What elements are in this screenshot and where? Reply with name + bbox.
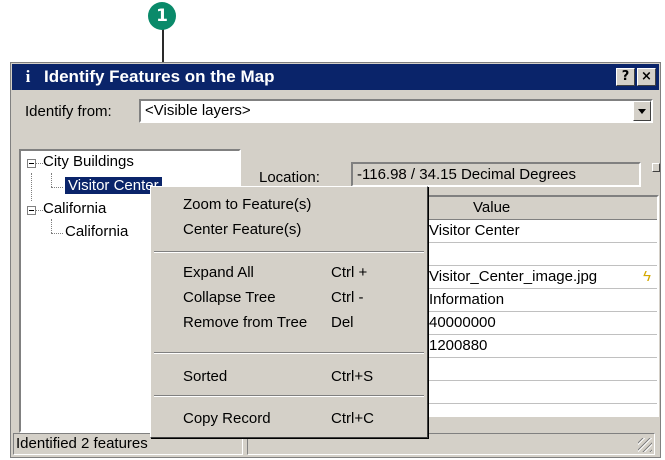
tree-connector [51,233,63,234]
location-field: -116.98 / 34.15 Decimal Degrees [351,162,641,187]
status-text: Identified 2 features [16,435,148,452]
menu-separator [154,395,424,397]
menu-item-sorted[interactable]: Sorted Ctrl+S [151,365,427,389]
menu-item-label: Expand All [183,264,254,281]
tree-connector [51,187,63,188]
menu-item-collapse-tree[interactable]: Collapse Tree Ctrl - [151,286,427,310]
menu-item-remove-from-tree[interactable]: Remove from Tree Del [151,311,427,335]
menu-item-label: Sorted [183,368,228,385]
identify-from-label: Identify from: [25,103,112,120]
menu-item-expand-all[interactable]: Expand All Ctrl + [151,261,427,285]
table-cell: Visitor Center [429,222,520,239]
menu-item-shortcut: Ctrl - [331,289,364,306]
tree-node-city-buildings[interactable]: City Buildings [43,153,134,170]
menu-item-label: Collapse Tree [183,289,276,306]
menu-item-center-features[interactable]: Center Feature(s) [151,218,427,242]
window-title: Identify Features on the Map [44,67,275,86]
location-units-button[interactable] [652,163,660,172]
location-label: Location: [259,169,320,186]
menu-item-shortcut: Ctrl+C [331,410,374,427]
resize-grip-icon[interactable] [638,438,652,452]
location-value: -116.98 / 34.15 Decimal Degrees [357,166,577,183]
close-button[interactable]: × [637,68,656,86]
tree-node-california[interactable]: California [43,200,106,217]
identify-from-dropdown[interactable]: <Visible layers> [139,99,653,123]
table-cell: Visitor_Center_image.jpg [429,268,598,285]
menu-item-label: Remove from Tree [183,314,308,331]
collapse-icon[interactable] [27,206,36,215]
menu-item-shortcut: Ctrl + [331,264,368,281]
callout-badge: 1 [148,2,176,30]
menu-item-copy-record[interactable]: Copy Record Ctrl+C [151,407,427,431]
hyperlink-bolt-icon[interactable]: ϟ [643,268,651,285]
identify-from-value: <Visible layers> [145,102,251,119]
tree-connector [35,163,43,164]
menu-item-label: Copy Record [183,410,271,427]
menu-separator [154,251,424,253]
tree-connector [35,210,43,211]
menu-item-shortcut: Ctrl+S [331,368,374,385]
tree-node-label: Visitor Center [65,177,162,194]
help-button[interactable]: ? [616,68,635,86]
table-cell: 1200880 [429,337,488,354]
tree-connector [51,173,52,187]
tree-node-california-feature[interactable]: California [65,223,128,240]
menu-item-zoom-to-features[interactable]: Zoom to Feature(s) [151,193,427,217]
context-menu[interactable]: Zoom to Feature(s) Center Feature(s) Exp… [150,186,428,438]
menu-item-label: Center Feature(s) [183,221,302,238]
collapse-icon[interactable] [27,159,36,168]
table-cell: Information [429,291,505,308]
dropdown-arrow-icon[interactable] [633,101,651,121]
table-cell: 40000000 [429,314,496,331]
info-icon: i [25,67,31,86]
tree-connector [31,173,32,201]
tree-node-visitor-center[interactable]: Visitor Center [65,177,162,194]
menu-separator [154,352,424,354]
title-bar[interactable]: i Identify Features on the Map ? × [12,64,659,90]
menu-item-label: Zoom to Feature(s) [183,196,312,213]
tree-connector [51,219,52,233]
menu-item-shortcut: Del [331,314,354,331]
value-column-header: Value [473,199,511,216]
